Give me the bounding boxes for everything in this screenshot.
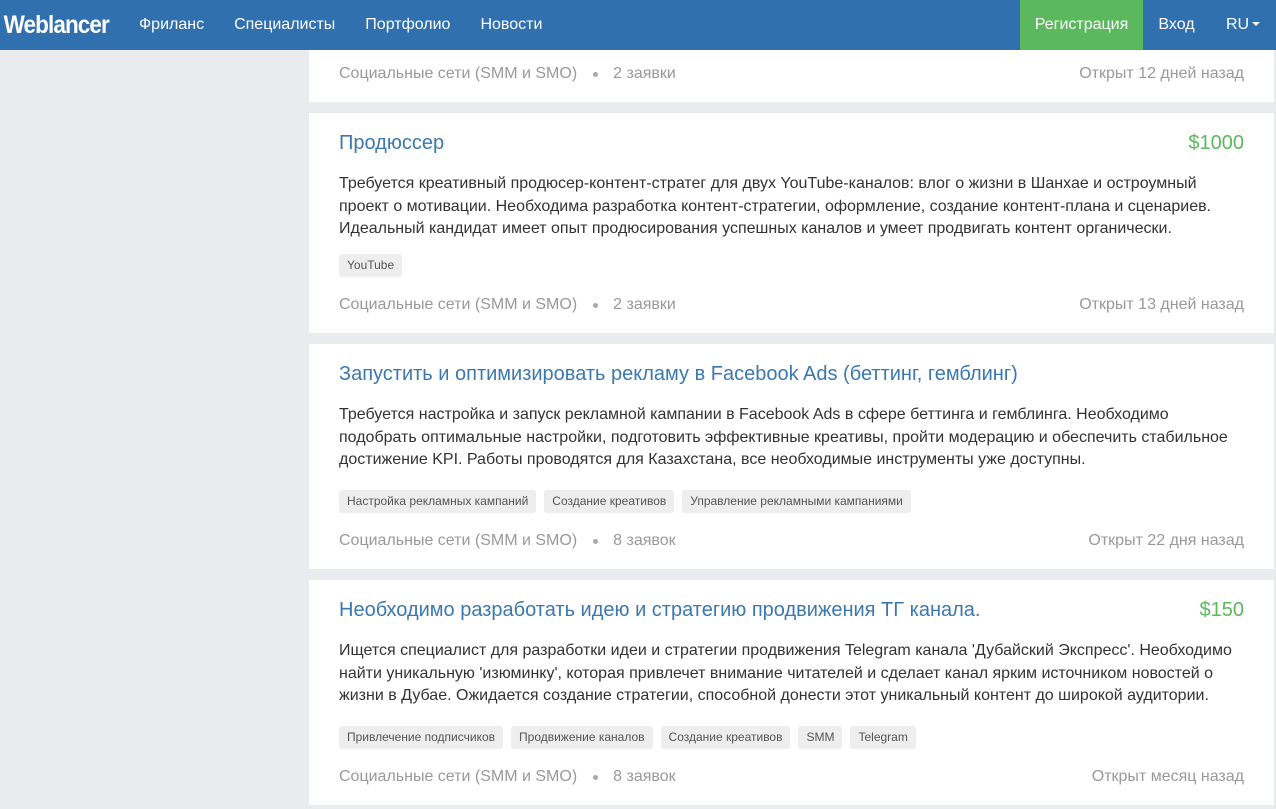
job-meta: Социальные сети (SMM и SMO) 8 заявок Отк…	[339, 532, 1244, 550]
description-line: Ищется специалист для разработки идеи и …	[339, 642, 1232, 659]
site-logo[interactable]: Weblancer	[0, 11, 112, 40]
job-price: $150	[1199, 599, 1245, 621]
job-meta: Социальные сети (SMM и SMO) 2 заявки Отк…	[339, 65, 1244, 83]
job-card: Необходимо разработать идею и стратегию …	[309, 580, 1274, 805]
separator-dot	[593, 71, 599, 77]
job-category[interactable]: Социальные сети (SMM и SMO)	[339, 768, 577, 786]
job-description: Требуется креативный продюсер-контент-ст…	[339, 173, 1244, 241]
description-line: проект о мотивации. Необходима разработк…	[339, 197, 1212, 215]
job-category[interactable]: Социальные сети (SMM и SMO)	[339, 296, 577, 314]
tag[interactable]: Telegram	[850, 726, 916, 749]
description-line: Требуется настройка и запуск рекламной к…	[339, 406, 1169, 423]
tag[interactable]: Создание креативов	[660, 726, 791, 749]
separator-dot	[593, 302, 599, 308]
nav-right: Регистрация Вход RU	[1020, 0, 1276, 50]
job-title[interactable]: Запустить и оптимизировать рекламу в Fac…	[339, 363, 1018, 386]
tag[interactable]: YouTube	[339, 254, 403, 277]
job-title[interactable]: Продюссер	[339, 132, 444, 155]
job-card: Запустить и оптимизировать рекламу в Fac…	[309, 344, 1274, 569]
description-line: найти уникальную 'изюминку', которая при…	[339, 664, 1214, 682]
tag[interactable]: Настройка рекламных кампаний	[339, 490, 537, 513]
job-opened: Открыт 22 дня назад	[1088, 532, 1244, 549]
login-button[interactable]: Вход	[1143, 0, 1210, 50]
job-bids: 8 заявок	[613, 532, 676, 549]
job-description: Ищется специалист для разработки идеи и …	[339, 640, 1244, 708]
description-line: подобрать оптимальные настройки, подгото…	[339, 428, 1228, 446]
caret-down-icon	[1252, 21, 1261, 26]
job-card: Социальные сети (SMM и SMO) 2 заявки Отк…	[309, 50, 1274, 102]
language-label: RU	[1225, 16, 1250, 33]
nav-link-specialists[interactable]: Специалисты	[219, 0, 350, 50]
tag[interactable]: Создание креативов	[544, 490, 675, 513]
top-navbar: Weblancer Фриланс Специалисты Портфолио …	[0, 0, 1276, 50]
job-meta: Социальные сети (SMM и SMO) 2 заявки Отк…	[339, 296, 1244, 314]
description-line: жизни в Дубае. Ожидается создание страте…	[339, 687, 1209, 704]
job-title[interactable]: Необходимо разработать идею и стратегию …	[339, 599, 980, 622]
tag[interactable]: Продвижение каналов	[511, 726, 653, 749]
job-bids: 8 заявок	[613, 768, 676, 785]
job-bids: 2 заявки	[613, 65, 676, 82]
job-category[interactable]: Социальные сети (SMM и SMO)	[339, 65, 577, 83]
tag[interactable]: SMM	[798, 726, 843, 749]
job-opened: Открыт 12 дней назад	[1079, 65, 1244, 82]
language-selector[interactable]: RU	[1210, 0, 1276, 50]
job-price: $1000	[1188, 132, 1244, 154]
description-line: достижение KPI. Работы проводятся для Ка…	[339, 451, 1086, 468]
nav-link-portfolio[interactable]: Портфолио	[350, 0, 465, 50]
separator-dot	[593, 538, 599, 544]
job-tags: Привлечение подписчиков Продвижение кана…	[339, 726, 916, 749]
tag[interactable]: Управление рекламными кампаниями	[682, 490, 911, 513]
description-line: Требуется креативный продюсер-контент-ст…	[339, 175, 1197, 192]
job-category[interactable]: Социальные сети (SMM и SMO)	[339, 532, 577, 550]
job-opened: Открыт месяц назад	[1091, 768, 1244, 785]
job-description: Требуется настройка и запуск рекламной к…	[339, 404, 1244, 472]
separator-dot	[593, 774, 599, 780]
register-button[interactable]: Регистрация	[1020, 0, 1143, 50]
nav-link-news[interactable]: Новости	[465, 0, 557, 50]
job-bids: 2 заявки	[613, 296, 676, 313]
tag[interactable]: Привлечение подписчиков	[339, 726, 504, 749]
description-line: Идеальный кандидат имеет опыт продюсиров…	[339, 220, 1172, 237]
job-card: Продюссер $1000 Требуется креативный про…	[309, 113, 1274, 333]
main-nav: Фриланс Специалисты Портфолио Новости	[124, 0, 557, 50]
nav-link-freelance[interactable]: Фриланс	[124, 0, 219, 50]
job-opened: Открыт 13 дней назад	[1079, 296, 1244, 313]
job-tags: YouTube	[339, 254, 403, 277]
job-tags: Настройка рекламных кампаний Создание кр…	[339, 490, 911, 513]
job-meta: Социальные сети (SMM и SMO) 8 заявок Отк…	[339, 768, 1244, 786]
